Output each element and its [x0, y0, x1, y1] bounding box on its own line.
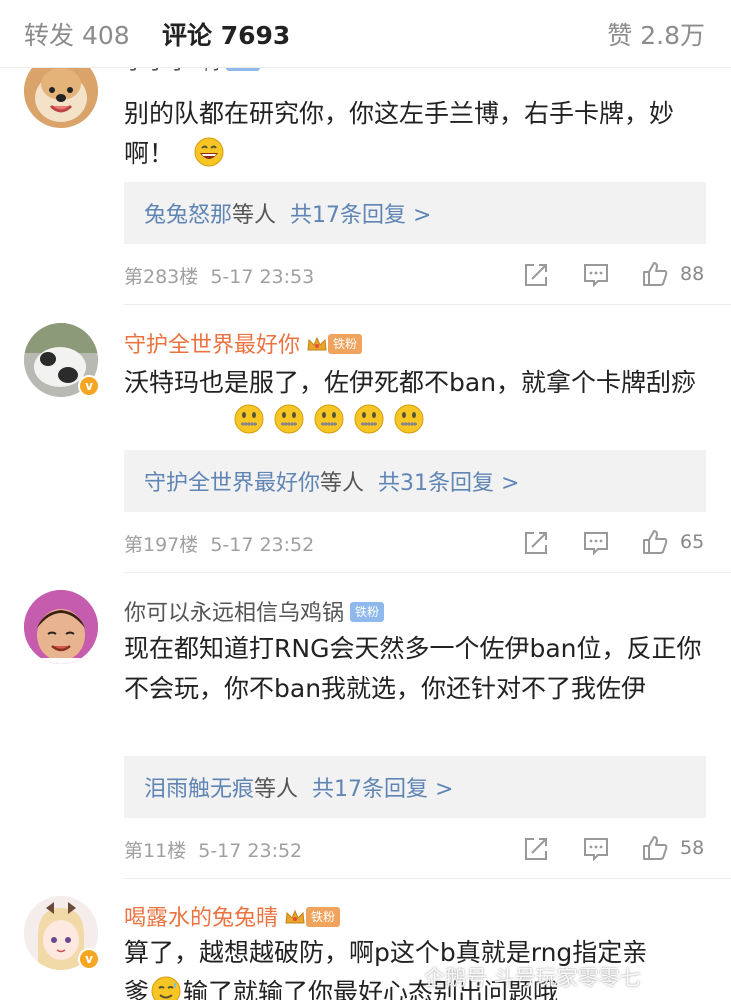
watermark: 企鹅号 斗号玩家零零七 [424, 962, 641, 992]
username[interactable]: 喝露水的兔兔晴 铁粉 [124, 900, 341, 932]
comment-time: 5-17 23:53 [210, 266, 315, 288]
like-count: 65 [680, 531, 705, 553]
tab-comments[interactable]: 评论 7693 [162, 16, 290, 52]
zipper-mouth-emoji-icon [354, 404, 384, 434]
comment-meta: 第283楼 5-17 23:53 [124, 262, 314, 289]
reply-etc-label: 等人 [232, 203, 277, 228]
reply-summary[interactable]: 守护全世界最好你等人 共31条回复 > [124, 450, 706, 512]
comment-time: 5-17 23:52 [198, 840, 303, 862]
reply-count-link[interactable]: 共17条回复 > [290, 203, 431, 228]
fan-badge: 铁粉 [350, 602, 385, 622]
like-count: 58 [680, 837, 705, 859]
comment-icon[interactable] [582, 261, 610, 289]
verified-badge-icon: v [78, 375, 100, 397]
reply-summary[interactable]: 泪雨触无痕等人 共17条回复 > [124, 756, 706, 818]
reply-etc-label: 等人 [254, 777, 299, 802]
crown-icon [307, 336, 327, 351]
comment-text: 别的队都在研究你，你这左手兰博，右手卡牌，妙啊！ [124, 99, 675, 168]
comment-icon[interactable] [582, 835, 610, 863]
share-icon[interactable] [522, 529, 550, 557]
avatar[interactable] [24, 590, 98, 664]
comment-text: 现在都知道打RNG会天然多一个佐伊ban位，反正你不会玩，你不ban我就选，你还… [124, 634, 702, 703]
grin-emoji-icon [194, 137, 224, 167]
verified-badge-icon: v [78, 948, 100, 970]
fan-badge: 铁粉 [306, 907, 341, 927]
crown-icon [285, 909, 305, 924]
comment-meta: 第197楼 5-17 23:52 [124, 530, 314, 557]
zipper-mouth-emoji-icon [274, 404, 304, 434]
watermark-text: 企鹅号 斗号玩家零零七 [424, 966, 641, 990]
sweat-smile-emoji-icon [151, 976, 181, 1000]
like-icon[interactable] [641, 834, 669, 862]
like-icon[interactable] [641, 528, 669, 556]
reply-user-link[interactable]: 泪雨触无痕 [144, 777, 254, 802]
reply-user-link[interactable]: 兔兔怒那 [144, 203, 232, 228]
tab-likes[interactable]: 赞 2.8万 [607, 16, 705, 52]
reply-count-link[interactable]: 共31条回复 > [378, 471, 519, 496]
zipper-mouth-emoji-icon [394, 404, 424, 434]
tab-forward[interactable]: 转发 408 [24, 16, 130, 52]
reply-user-link[interactable]: 守护全世界最好你 [144, 471, 320, 496]
username[interactable]: 守护全世界最好你 铁粉 [124, 327, 363, 359]
zipper-mouth-emoji-icon [314, 404, 344, 434]
floor-number: 第197楼 [124, 534, 199, 556]
like-count: 88 [680, 263, 705, 285]
reply-count-link[interactable]: 共17条回复 > [312, 777, 453, 802]
reply-summary[interactable]: 兔兔怒那等人 共17条回复 > [124, 182, 706, 244]
comment-item: v 守护全世界最好你 铁粉 沃特玛也是服了，佐伊死都不ban，就拿个卡牌刮痧 守护… [0, 305, 731, 572]
comment-icon[interactable] [582, 529, 610, 557]
username[interactable]: 你可以永远相信乌鸡锅 铁粉 [124, 595, 385, 627]
fan-badge: 铁粉 [328, 334, 363, 354]
floor-number: 第283楼 [124, 266, 199, 288]
comment-tab-bar: 转发 408 评论 7693 赞 2.8万 [0, 0, 731, 68]
like-icon[interactable] [641, 260, 669, 288]
floor-number: 第11楼 [124, 840, 187, 862]
comment-meta: 第11楼 5-17 23:52 [124, 836, 302, 863]
emoji-row [234, 404, 429, 434]
comment-time: 5-17 23:52 [210, 534, 315, 556]
zipper-mouth-emoji-icon [234, 404, 264, 434]
share-icon[interactable] [522, 261, 550, 289]
reply-etc-label: 等人 [320, 471, 365, 496]
share-icon[interactable] [522, 835, 550, 863]
comment-item: 你可以永远相信乌鸡锅 铁粉 现在都知道打RNG会天然多一个佐伊ban位，反正你不会… [0, 573, 731, 879]
